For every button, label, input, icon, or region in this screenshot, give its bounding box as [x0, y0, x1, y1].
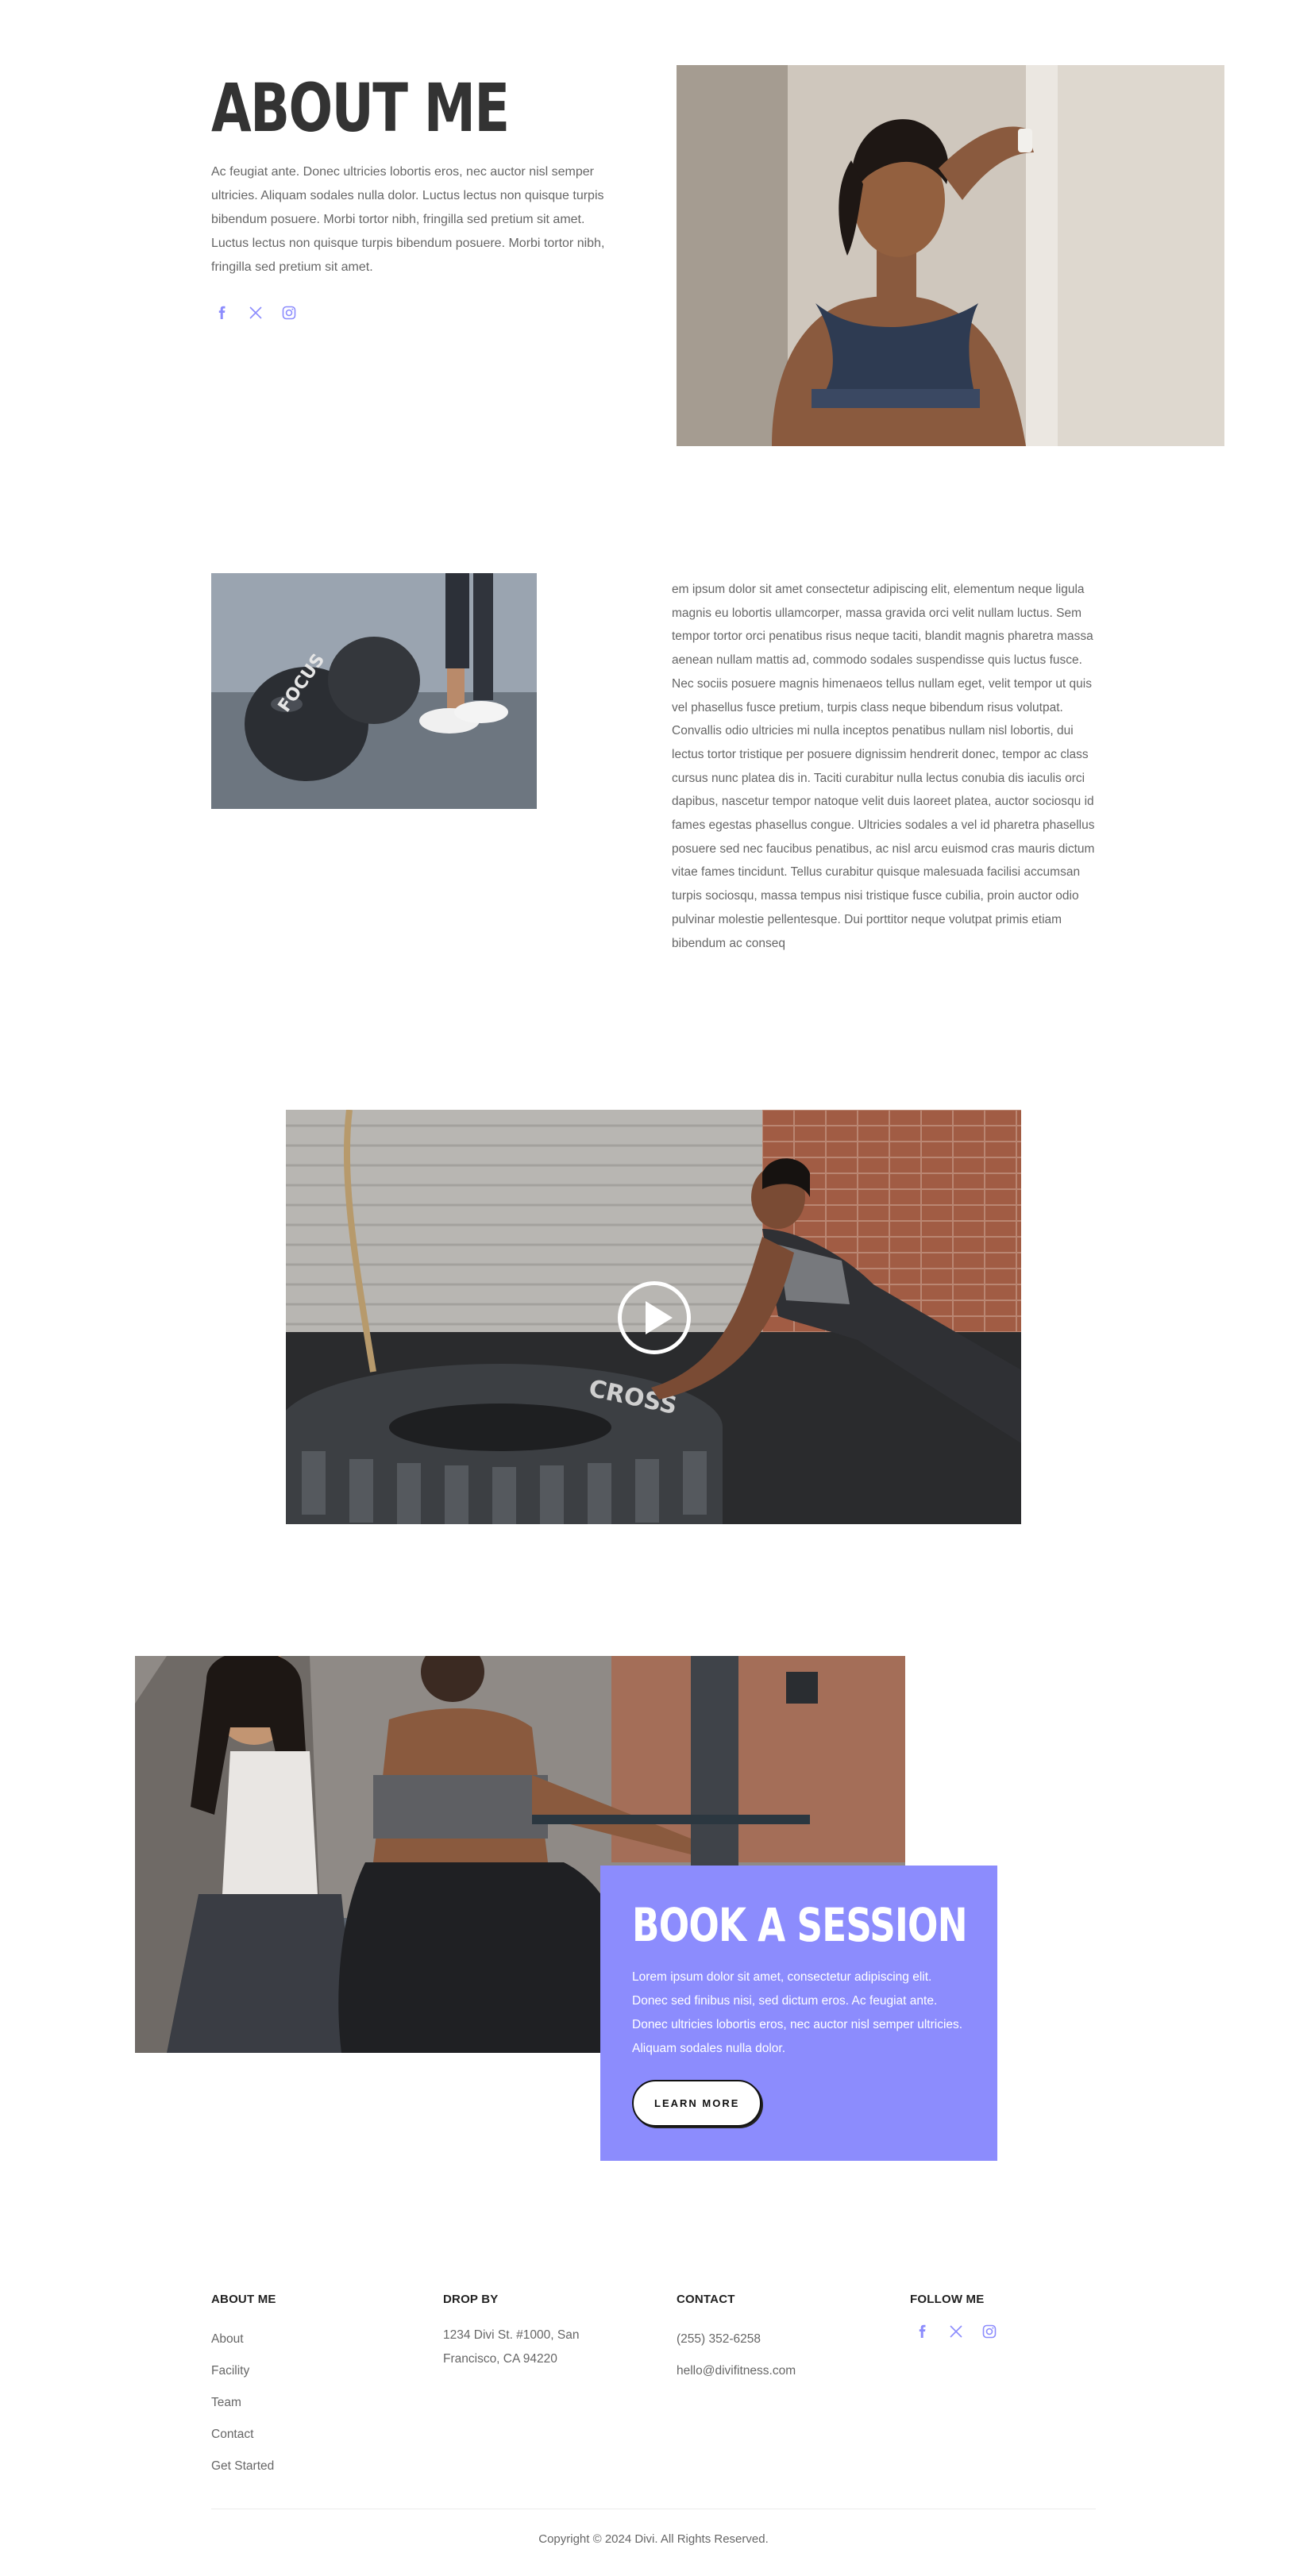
footer-about-column: ABOUT ME About Facility Team Contact Get…	[211, 2293, 276, 2482]
book-session-card: BOOK A SESSION Lorem ipsum dolor sit ame…	[600, 1866, 997, 2161]
footer-link-about[interactable]: About	[211, 2324, 276, 2355]
footer-contact-heading: CONTACT	[677, 2293, 735, 2306]
footer-link-facility[interactable]: Facility	[211, 2355, 276, 2387]
footer-follow-column: FOLLOW ME	[910, 2293, 997, 2339]
x-icon[interactable]	[248, 305, 264, 321]
facebook-icon[interactable]	[915, 2324, 931, 2339]
footer-phone[interactable]: (255) 352-6258	[677, 2324, 796, 2355]
footer-address: 1234 Divi St. #1000, San Francisco, CA 9…	[443, 2328, 580, 2366]
book-session-title: BOOK A SESSION	[632, 1898, 968, 1952]
about-social-links	[214, 305, 297, 321]
book-session-description: Lorem ipsum dolor sit amet, consectetur …	[632, 1970, 963, 2055]
trainer-portrait-image	[677, 65, 1224, 446]
footer-about-links: About Facility Team Contact Get Started	[211, 2324, 276, 2482]
footer-link-team[interactable]: Team	[211, 2387, 276, 2419]
footer-social-links	[915, 2324, 997, 2339]
instagram-icon[interactable]	[981, 2324, 997, 2339]
footer-link-contact[interactable]: Contact	[211, 2419, 276, 2451]
learn-more-button[interactable]: LEARN MORE	[632, 2080, 762, 2127]
medicine-balls-image: FOCUS	[211, 573, 537, 809]
about-title: ABOUT ME	[211, 69, 510, 147]
footer-drop-by-column: DROP BY 1234 Divi St. #1000, San Francis…	[443, 2293, 610, 2371]
footer-link-get-started[interactable]: Get Started	[211, 2451, 276, 2482]
play-icon	[646, 1301, 673, 1334]
instagram-icon[interactable]	[281, 305, 297, 321]
story-paragraph: em ipsum dolor sit amet consectetur adip…	[672, 583, 1095, 950]
facebook-icon[interactable]	[214, 305, 230, 321]
footer-about-heading: ABOUT ME	[211, 2293, 276, 2306]
footer-drop-by-heading: DROP BY	[443, 2293, 499, 2306]
play-video-button[interactable]	[618, 1281, 691, 1354]
copyright-text: Copyright © 2024 Divi. All Rights Reserv…	[538, 2532, 769, 2546]
x-icon[interactable]	[948, 2324, 964, 2339]
footer-email[interactable]: hello@divifitness.com	[677, 2355, 796, 2387]
footer-follow-heading: FOLLOW ME	[910, 2293, 985, 2306]
footer-contact-column: CONTACT (255) 352-6258 hello@divifitness…	[677, 2293, 796, 2387]
about-description: Ac feugiat ante. Donec ultricies loborti…	[211, 165, 605, 274]
